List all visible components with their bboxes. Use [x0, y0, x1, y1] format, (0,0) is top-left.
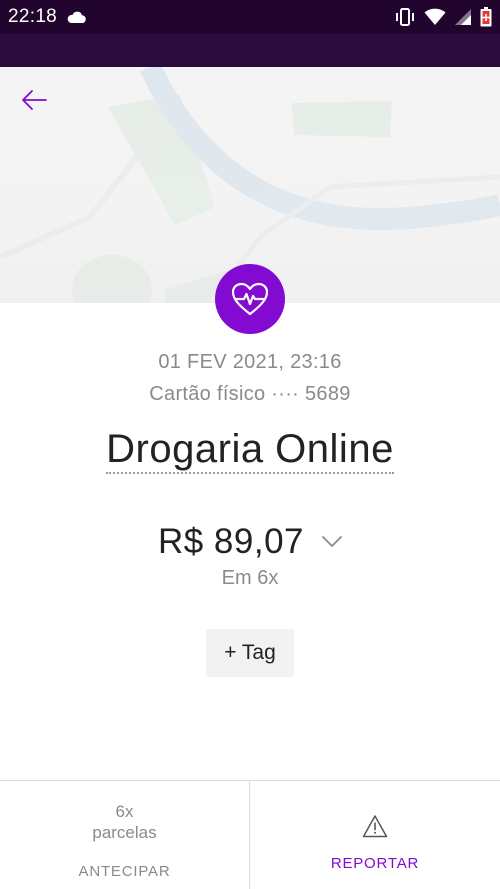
battery-icon: [480, 7, 492, 27]
report-label: REPORTAR: [330, 855, 420, 872]
transaction-amount: R$ 89,07: [157, 522, 305, 561]
status-time: 22:18: [8, 6, 58, 27]
app-header: [0, 34, 500, 67]
cloud-icon: [67, 11, 86, 23]
installment-word: parcelas: [92, 823, 157, 842]
installments-info: Em 6x: [221, 567, 279, 589]
add-tag-button[interactable]: + Tag: [206, 629, 294, 677]
transaction-datetime: 01 FEV 2021, 23:16: [158, 351, 342, 373]
status-bar: 22:18: [0, 0, 500, 34]
category-badge: [215, 264, 285, 334]
heart-pulse-icon: [231, 282, 269, 316]
wifi-icon: [424, 8, 446, 25]
signal-icon: [455, 9, 471, 25]
installment-count: 6x: [115, 802, 134, 821]
bottom-action-bar: 6x parcelas ANTECIPAR REPORTAR: [0, 780, 500, 889]
chevron-down-icon[interactable]: [322, 536, 342, 548]
antecipar-button[interactable]: 6x parcelas ANTECIPAR: [0, 781, 250, 889]
antecipar-label: ANTECIPAR: [78, 863, 171, 880]
status-icons: [394, 7, 492, 27]
vibrate-icon: [396, 8, 414, 26]
amount-row[interactable]: R$ 89,07: [0, 522, 500, 562]
report-button[interactable]: REPORTAR: [250, 781, 500, 889]
warning-triangle-icon: [362, 815, 388, 838]
transaction-card: Cartão físico ···· 5689: [149, 383, 351, 405]
arrow-left-icon: [22, 90, 47, 110]
merchant-name[interactable]: Drogaria Online: [106, 426, 394, 474]
merchant-name-container: Drogaria Online: [0, 426, 500, 474]
back-button[interactable]: [18, 86, 50, 114]
